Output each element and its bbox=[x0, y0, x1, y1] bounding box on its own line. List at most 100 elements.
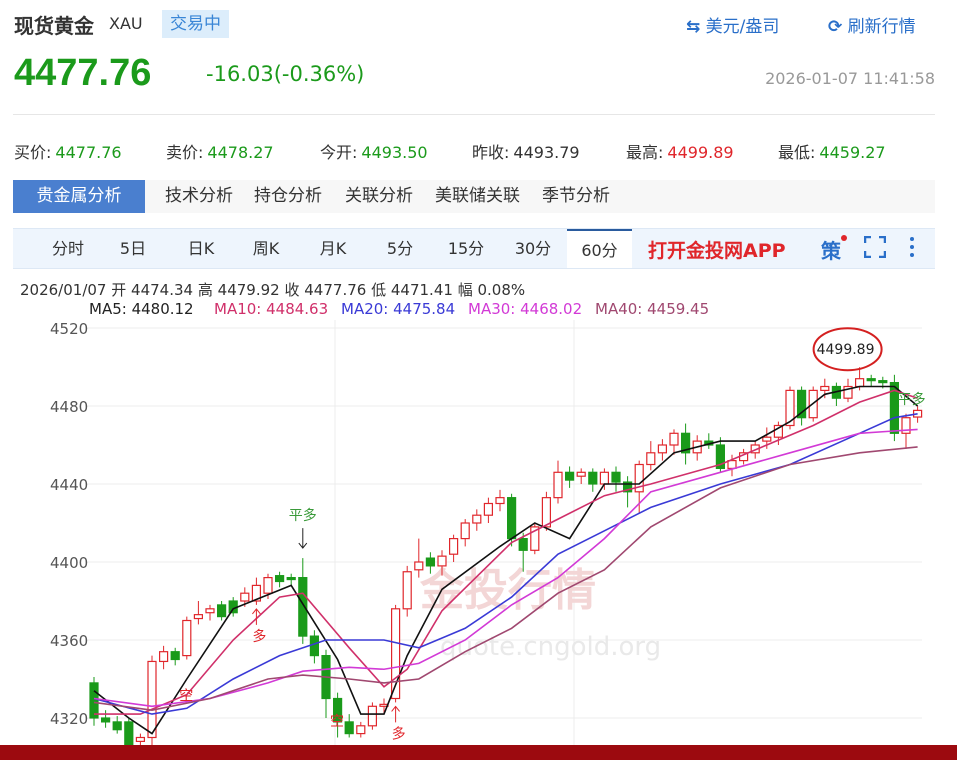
stat-value: 4478.27 bbox=[207, 143, 274, 162]
signal-label: 空 bbox=[179, 688, 193, 704]
quote-timestamp: 2026-01-07 11:41:58 bbox=[765, 69, 935, 88]
ma10-legend: MA10: 4484.63 bbox=[214, 300, 329, 318]
ma20-line bbox=[93, 413, 918, 715]
stat-item: 买价: 4477.76 bbox=[14, 139, 122, 163]
signal-label: 平多 bbox=[898, 391, 926, 408]
y-tick-label: 4520 bbox=[50, 320, 88, 338]
period-5day[interactable]: 5日 bbox=[105, 229, 161, 268]
candle-body bbox=[588, 471, 598, 485]
stat-label: 今开: bbox=[320, 143, 358, 162]
refresh-icon: ⟳ bbox=[828, 17, 843, 37]
stat-item: 最低: 4459.27 bbox=[778, 139, 886, 163]
candle-body bbox=[217, 604, 227, 618]
fullscreen-icon[interactable] bbox=[863, 235, 887, 259]
candle-body bbox=[495, 497, 505, 505]
period-60min[interactable]: 60分 bbox=[567, 229, 632, 268]
period-30min[interactable]: 30分 bbox=[505, 229, 561, 268]
open-app-link[interactable]: 打开金投网APP bbox=[648, 236, 786, 263]
candle-body bbox=[344, 721, 354, 735]
max-value-label: 4499.89 bbox=[817, 342, 875, 358]
stat-value: 4499.89 bbox=[667, 143, 734, 162]
stat-value: 4493.50 bbox=[361, 143, 428, 162]
instrument-title: 现货黄金 bbox=[14, 14, 94, 38]
refresh-link[interactable]: ⟳ 刷新行情 bbox=[828, 12, 916, 37]
candle-body bbox=[275, 575, 285, 583]
footer-banner bbox=[0, 745, 957, 760]
candle-body bbox=[159, 651, 169, 663]
candle-body bbox=[878, 380, 888, 384]
candle-body bbox=[762, 436, 772, 442]
candle-body bbox=[483, 502, 493, 516]
candle-body bbox=[309, 635, 319, 657]
period-bar: 分时 5日 日K 周K 月K 5分 15分 30分 60分 bbox=[13, 228, 935, 269]
candle-body bbox=[356, 725, 366, 735]
period-daily[interactable]: 日K bbox=[173, 229, 229, 268]
candle-body bbox=[147, 660, 157, 739]
y-tick-label: 4400 bbox=[50, 554, 88, 572]
candle-body bbox=[657, 444, 668, 454]
candle-body bbox=[796, 389, 807, 419]
stat-item: 昨收: 4493.79 bbox=[472, 139, 580, 163]
candle-body bbox=[449, 538, 459, 555]
more-menu-icon[interactable] bbox=[908, 236, 916, 258]
tab-seasonal[interactable]: 季节分析 bbox=[542, 180, 610, 213]
candle-body bbox=[286, 577, 296, 581]
stat-item: 卖价: 4478.27 bbox=[166, 139, 274, 163]
candle-body bbox=[669, 432, 679, 446]
price-change: -16.03(-0.36%) bbox=[206, 62, 365, 86]
tab-fed[interactable]: 美联储关联 bbox=[435, 180, 520, 213]
candle-body bbox=[866, 378, 876, 382]
tab-technical[interactable]: 技术分析 bbox=[165, 180, 233, 213]
candle-body bbox=[135, 736, 145, 742]
unit-label: 美元/盎司 bbox=[705, 17, 780, 37]
candle-body bbox=[507, 497, 517, 540]
stat-label: 最高: bbox=[626, 143, 664, 162]
y-tick-label: 4440 bbox=[50, 476, 88, 494]
ma20-legend: MA20: 4475.84 bbox=[341, 300, 456, 318]
period-15min[interactable]: 15分 bbox=[438, 229, 494, 268]
period-monthly[interactable]: 月K bbox=[305, 229, 361, 268]
divider bbox=[13, 114, 935, 115]
candle-body bbox=[100, 717, 111, 723]
unit-switch-link[interactable]: ⇆ 美元/盎司 bbox=[686, 12, 779, 37]
arrow-up-icon bbox=[391, 705, 400, 723]
candle-body bbox=[472, 514, 482, 524]
candle-body bbox=[182, 619, 192, 657]
candle-body bbox=[599, 471, 610, 485]
candle-body bbox=[437, 555, 447, 567]
bar-info: 2026/01/07 开 4474.34 高 4479.92 收 4477.76… bbox=[20, 281, 526, 299]
tab-precious-metals[interactable]: 贵金属分析 bbox=[13, 180, 145, 213]
period-weekly[interactable]: 周K bbox=[238, 229, 294, 268]
y-tick-label: 4480 bbox=[50, 398, 88, 416]
candle-body bbox=[460, 522, 470, 540]
candle-body bbox=[263, 577, 273, 594]
candle-body bbox=[576, 471, 586, 477]
candle-body bbox=[402, 571, 412, 610]
tab-positions[interactable]: 持仓分析 bbox=[254, 180, 322, 213]
candle-body bbox=[727, 460, 737, 470]
candle-body bbox=[205, 608, 215, 614]
signal-label: 空 bbox=[330, 714, 344, 730]
stat-label: 卖价: bbox=[166, 143, 204, 162]
ma30-legend: MA30: 4468.02 bbox=[468, 300, 583, 318]
y-tick-label: 4320 bbox=[50, 710, 88, 728]
instrument-code: XAU bbox=[109, 14, 143, 33]
candle-body bbox=[170, 651, 180, 661]
candle-body bbox=[112, 721, 122, 731]
strategy-button[interactable]: 策 bbox=[821, 235, 847, 264]
tab-correlation[interactable]: 关联分析 bbox=[345, 180, 413, 213]
stat-label: 最低: bbox=[778, 143, 816, 162]
candle-body bbox=[854, 378, 865, 388]
period-intraday[interactable]: 分时 bbox=[37, 229, 99, 268]
strategy-icon: 策 bbox=[821, 239, 841, 263]
stat-value: 4477.76 bbox=[55, 143, 122, 162]
candle-body bbox=[541, 497, 552, 528]
ma40-legend: MA40: 4459.45 bbox=[595, 300, 710, 318]
candle-body bbox=[89, 682, 99, 719]
stat-label: 买价: bbox=[14, 143, 52, 162]
candlestick-chart[interactable]: 432043604400444044804520 金投行情 quote.cngo… bbox=[0, 320, 957, 745]
signal-label: 多 bbox=[252, 628, 266, 645]
candle-body bbox=[564, 471, 575, 481]
candle-body bbox=[240, 592, 250, 602]
period-5min[interactable]: 5分 bbox=[372, 229, 428, 268]
